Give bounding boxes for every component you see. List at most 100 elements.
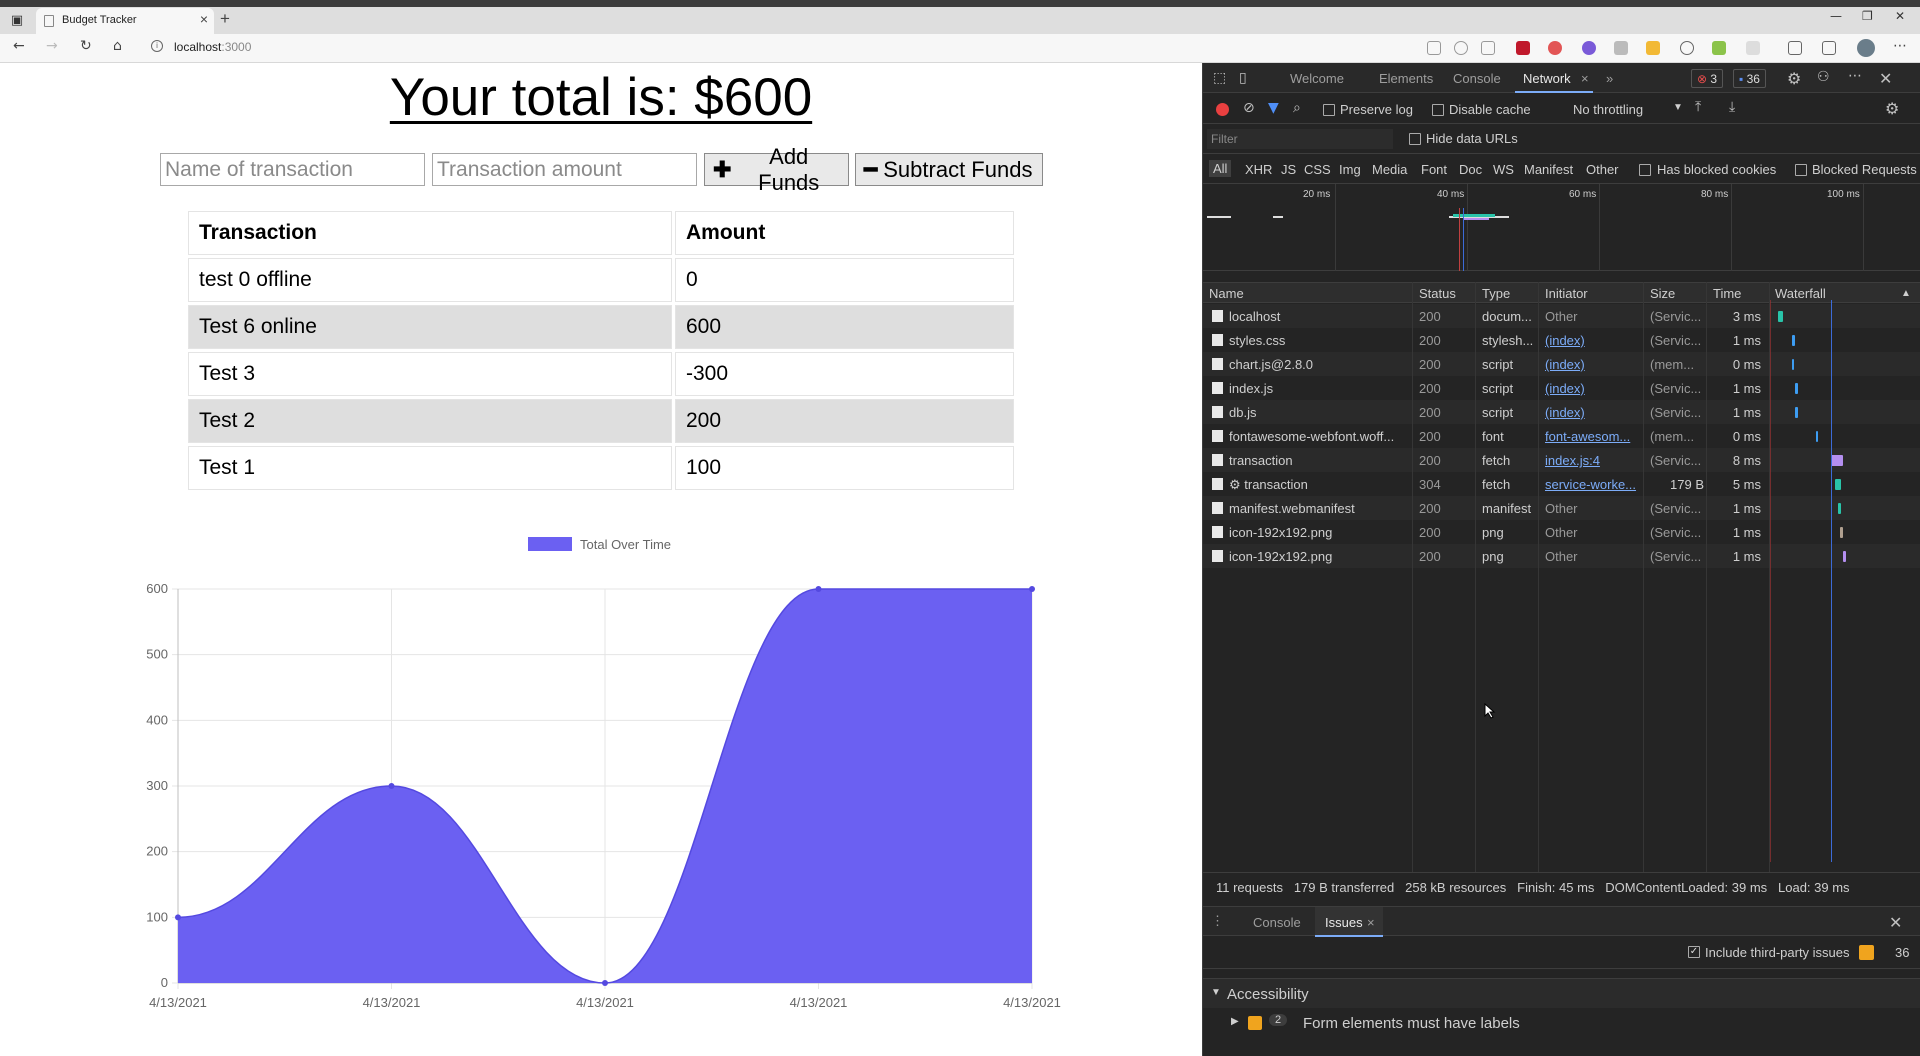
request-row[interactable]: transaction 200 fetch index.js:4 (Servic... 8… — [1203, 448, 1920, 472]
close-network-tab-icon[interactable]: × — [1581, 71, 1589, 86]
filter-type-img[interactable]: Img — [1339, 162, 1361, 177]
request-initiator[interactable]: (index) — [1545, 357, 1639, 372]
request-initiator[interactable]: (index) — [1545, 405, 1639, 420]
hide-data-urls-checkbox[interactable] — [1409, 133, 1421, 145]
request-initiator[interactable]: font-awesom... — [1545, 429, 1639, 444]
close-tab-icon[interactable]: × — [200, 11, 208, 27]
filter-icon[interactable]: ▼ — [1268, 100, 1279, 116]
request-row[interactable]: chart.js@2.8.0 200 script (index) (mem... 0 m… — [1203, 352, 1920, 376]
drawer-tab-console[interactable]: Console — [1253, 915, 1301, 930]
forward-icon[interactable]: → — [46, 38, 58, 54]
request-row[interactable]: localhost 200 docum... Other (Servic... 3 ms — [1203, 304, 1920, 328]
app-available-icon[interactable] — [1427, 41, 1441, 55]
tab-actions-icon[interactable]: ▣ — [6, 11, 28, 31]
error-count-badge[interactable]: ⊗ 3 — [1691, 69, 1724, 88]
filter-input[interactable] — [1207, 129, 1393, 149]
extension-blank-icon[interactable] — [1746, 41, 1760, 55]
extension-red-icon[interactable] — [1548, 41, 1562, 55]
inspect-element-icon[interactable]: ⬚ — [1213, 70, 1226, 86]
chevron-down-icon[interactable]: ▼ — [1673, 102, 1683, 113]
column-type-header[interactable]: Type — [1482, 286, 1510, 301]
filter-type-other[interactable]: Other — [1586, 162, 1619, 177]
device-toolbar-icon[interactable]: ▯ — [1239, 70, 1247, 86]
network-settings-icon[interactable]: ⚙ — [1885, 99, 1899, 118]
network-overview-timeline[interactable]: 20 ms 40 ms 60 ms 80 ms 100 ms — [1203, 184, 1920, 271]
request-row[interactable]: ⚙ transaction 304 fetch service-worke... 179… — [1203, 472, 1920, 496]
column-time-header[interactable]: Time — [1713, 286, 1741, 301]
request-row[interactable]: icon-192x192.png 200 png Other (Servic... 1 m… — [1203, 520, 1920, 544]
filter-type-media[interactable]: Media — [1372, 162, 1407, 177]
extension-purple-icon[interactable] — [1582, 41, 1596, 55]
feedback-icon[interactable]: ⚇ — [1817, 69, 1830, 85]
close-drawer-icon[interactable]: ✕ — [1889, 913, 1902, 932]
transaction-amount-input[interactable] — [432, 153, 697, 186]
tab-elements[interactable]: Elements — [1379, 71, 1433, 86]
minimize-window-icon[interactable]: — — [1830, 9, 1842, 23]
extension-shield-icon[interactable] — [1516, 41, 1530, 55]
request-initiator[interactable]: service-worke... — [1545, 477, 1639, 492]
message-count-badge[interactable]: ▪ 36 — [1733, 69, 1766, 88]
export-har-icon[interactable]: ⤓ — [1729, 99, 1735, 115]
filter-type-js[interactable]: JS — [1281, 162, 1296, 177]
filter-type-manifest[interactable]: Manifest — [1524, 162, 1573, 177]
search-icon[interactable]: ⌕ — [1293, 100, 1301, 116]
reload-icon[interactable]: ↻ — [80, 38, 92, 54]
request-row[interactable]: styles.css 200 stylesh... (index) (Servic...… — [1203, 328, 1920, 352]
include-third-party-checkbox[interactable]: ✓ — [1688, 946, 1700, 958]
devtools-more-icon[interactable]: ⋯ — [1848, 68, 1862, 84]
import-har-icon[interactable]: ⤒ — [1695, 99, 1701, 115]
request-initiator[interactable]: index.js:4 — [1545, 453, 1639, 468]
column-size-header[interactable]: Size — [1650, 286, 1675, 301]
favorite-star-icon[interactable] — [1481, 41, 1495, 55]
accessibility-category[interactable]: ▼ Accessibility — [1203, 978, 1920, 1008]
request-initiator[interactable]: (index) — [1545, 333, 1639, 348]
request-row[interactable]: manifest.webmanifest 200 manifest Other (Ser… — [1203, 496, 1920, 520]
back-icon[interactable]: ← — [13, 38, 25, 54]
extension-circle-icon[interactable] — [1680, 41, 1694, 55]
extension-grey-icon[interactable] — [1614, 41, 1628, 55]
request-row[interactable]: db.js 200 script (index) (Servic... 1 ms — [1203, 400, 1920, 424]
drawer-tab-issues[interactable]: Issues × — [1315, 907, 1383, 937]
request-initiator[interactable]: (index) — [1545, 381, 1639, 396]
clear-icon[interactable]: ⊘ — [1243, 100, 1255, 116]
home-icon[interactable]: ⌂ — [113, 38, 122, 54]
column-status-header[interactable]: Status — [1419, 286, 1456, 301]
filter-type-all[interactable]: All — [1209, 160, 1232, 177]
address-bar[interactable]: localhost:3000 — [174, 40, 251, 54]
drawer-menu-icon[interactable]: ⋮ — [1211, 913, 1224, 929]
extension-green-icon[interactable] — [1712, 41, 1726, 55]
close-window-icon[interactable]: ✕ — [1895, 9, 1905, 23]
tab-network[interactable]: Network — [1523, 71, 1571, 86]
column-waterfall-header[interactable]: Waterfall — [1775, 286, 1826, 301]
more-tabs-icon[interactable]: » — [1606, 71, 1613, 86]
collections-icon[interactable] — [1822, 41, 1836, 55]
site-info-icon[interactable]: i — [151, 40, 163, 52]
column-initiator-header[interactable]: Initiator — [1545, 286, 1588, 301]
more-menu-icon[interactable]: ⋯ — [1893, 38, 1907, 54]
extension-yellow-icon[interactable] — [1646, 41, 1660, 55]
transaction-name-input[interactable] — [160, 153, 425, 186]
disable-cache-checkbox[interactable] — [1432, 104, 1444, 116]
has-blocked-cookies-checkbox[interactable] — [1639, 164, 1651, 176]
request-row[interactable]: index.js 200 script (index) (Servic... 1 ms — [1203, 376, 1920, 400]
new-tab-icon[interactable]: + — [220, 9, 230, 29]
tab-console[interactable]: Console — [1453, 71, 1501, 86]
profile-avatar[interactable] — [1857, 39, 1875, 57]
throttling-select[interactable]: No throttling — [1573, 102, 1643, 117]
close-issues-tab-icon[interactable]: × — [1367, 915, 1375, 930]
favorites-icon[interactable] — [1788, 41, 1802, 55]
tab-welcome[interactable]: Welcome — [1290, 71, 1344, 86]
browser-tab[interactable]: Budget Tracker × — [36, 8, 214, 34]
blocked-requests-checkbox[interactable] — [1795, 164, 1807, 176]
zoom-icon[interactable] — [1454, 41, 1468, 55]
settings-gear-icon[interactable]: ⚙ — [1787, 69, 1801, 88]
sort-ascending-icon[interactable]: ▲ — [1901, 288, 1911, 299]
request-row[interactable]: fontawesome-webfont.woff... 200 font font-a… — [1203, 424, 1920, 448]
restore-window-icon[interactable]: ❐ — [1862, 9, 1873, 23]
filter-type-css[interactable]: CSS — [1304, 162, 1331, 177]
record-icon[interactable] — [1216, 103, 1229, 116]
close-devtools-icon[interactable]: ✕ — [1879, 69, 1892, 88]
filter-type-ws[interactable]: WS — [1493, 162, 1514, 177]
filter-type-doc[interactable]: Doc — [1459, 162, 1482, 177]
request-row[interactable]: icon-192x192.png 200 png Other (Servic... 1 m… — [1203, 544, 1920, 568]
